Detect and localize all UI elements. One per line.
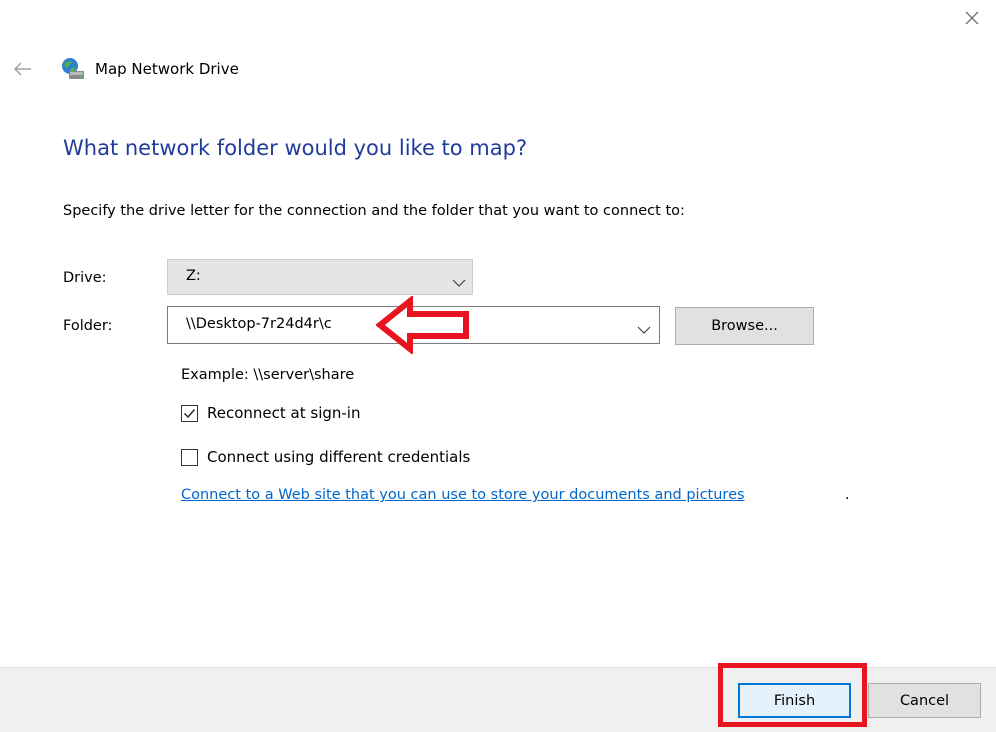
back-arrow-icon[interactable] <box>12 58 34 80</box>
drive-select[interactable]: Z: <box>167 259 473 295</box>
reconnect-label[interactable]: Reconnect at sign-in <box>207 404 360 422</box>
chevron-down-icon[interactable] <box>637 320 651 334</box>
close-icon[interactable] <box>958 4 986 32</box>
example-text: Example: \\server\share <box>181 367 355 383</box>
browse-button[interactable]: Browse... <box>675 307 814 345</box>
web-site-link[interactable]: Connect to a Web site that you can use t… <box>181 487 745 503</box>
link-period: . <box>845 487 850 503</box>
different-credentials-checkbox[interactable] <box>181 449 198 466</box>
folder-value: \\Desktop-7r24d4r\c <box>186 316 332 332</box>
drive-label: Drive: <box>63 270 107 286</box>
red-arrow-annotation <box>375 294 472 356</box>
different-credentials-label[interactable]: Connect using different credentials <box>207 448 470 466</box>
window-title: Map Network Drive <box>95 60 239 78</box>
cancel-button[interactable]: Cancel <box>868 683 981 718</box>
folder-label: Folder: <box>63 318 113 334</box>
finish-highlight-box <box>718 663 867 727</box>
network-drive-icon <box>60 56 86 82</box>
reconnect-checkbox[interactable] <box>181 405 198 422</box>
drive-value: Z: <box>186 268 201 284</box>
chevron-down-icon <box>452 273 466 287</box>
instruction-text: Specify the drive letter for the connect… <box>63 203 685 219</box>
page-heading: What network folder would you like to ma… <box>63 136 528 160</box>
